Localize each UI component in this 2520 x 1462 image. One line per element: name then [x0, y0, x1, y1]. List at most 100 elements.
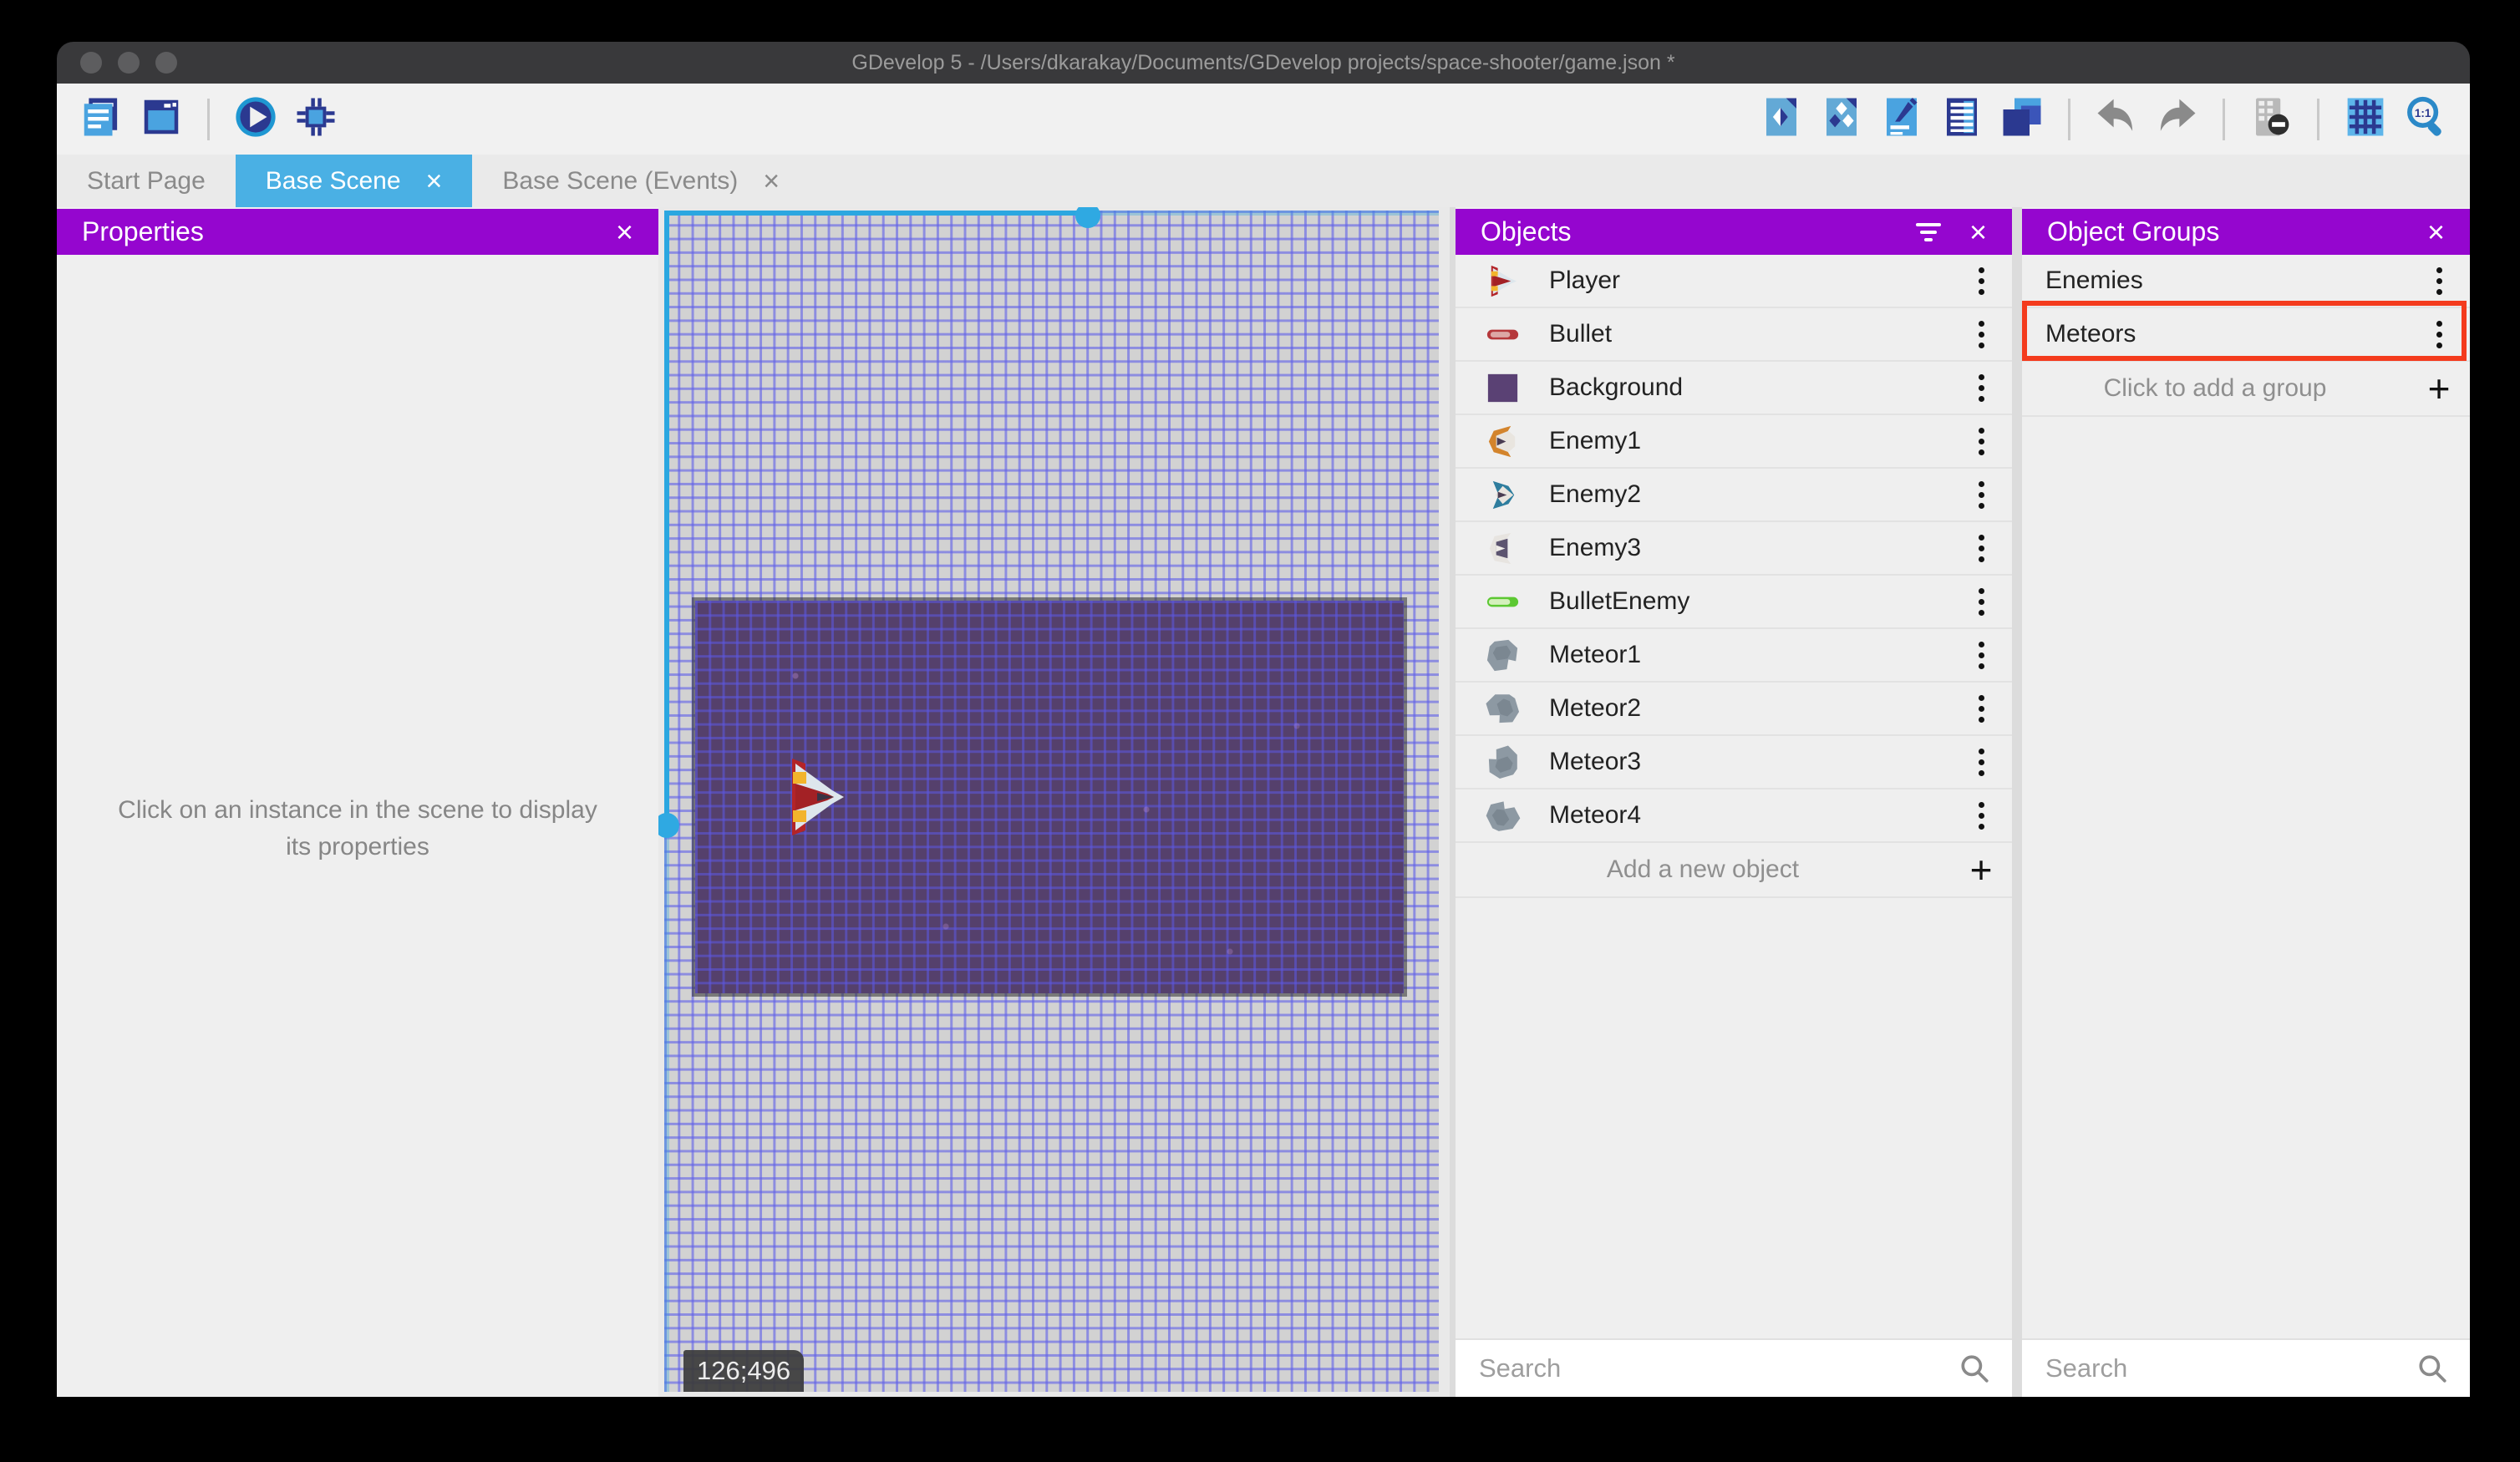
properties-page-icon [1879, 94, 1924, 144]
bullet-enemy-thumbnail-icon [1456, 582, 1549, 622]
search-icon [2419, 1355, 2446, 1383]
add-group-label: Click to add a group [2103, 374, 2327, 402]
tab-label: Base Scene (Events) [502, 166, 739, 195]
scene-grid[interactable] [658, 207, 1439, 1392]
background-thumbnail-icon [1456, 368, 1549, 408]
toolbar-separator [2317, 98, 2319, 140]
close-object-groups-icon[interactable]: × [2427, 216, 2445, 247]
play-icon [233, 94, 278, 144]
tab-base-scene[interactable]: Base Scene × [235, 155, 473, 207]
object-row-meteor4[interactable]: Meteor4 [1456, 789, 2012, 843]
row-menu-button[interactable] [1950, 534, 2012, 562]
instances-page-icon [1939, 94, 1984, 144]
row-menu-button[interactable] [1950, 748, 2012, 776]
open-instances-list-panel-button[interactable] [1936, 94, 1988, 145]
objects-search-input[interactable] [1477, 1353, 1959, 1384]
row-menu-button[interactable] [2408, 320, 2470, 348]
add-new-object-button[interactable]: Add a new object + [1456, 843, 2012, 898]
project-manager-icon [79, 94, 124, 144]
group-name: Enemies [2045, 267, 2143, 294]
meteor4-thumbnail-icon [1456, 796, 1549, 835]
selection-handle-left[interactable] [658, 813, 679, 838]
player-ship-instance[interactable] [782, 757, 849, 837]
object-row-enemy3[interactable]: Enemy3 [1456, 522, 2012, 576]
debug-icon [293, 94, 338, 144]
object-name: Bullet [1549, 320, 1613, 348]
groups-search-input[interactable] [2044, 1353, 2416, 1384]
tab-base-scene-events[interactable]: Base Scene (Events) × [472, 155, 810, 207]
objects-groups-divider[interactable] [2012, 207, 2022, 1397]
scene-editor-canvas[interactable]: 126;496 [658, 207, 1450, 1397]
toolbar-separator [2223, 98, 2225, 140]
redo-button[interactable] [2151, 94, 2202, 145]
row-menu-button[interactable] [1950, 373, 2012, 402]
group-row-enemies[interactable]: Enemies [2022, 255, 2470, 308]
row-menu-button[interactable] [1950, 320, 2012, 348]
close-tab-icon[interactable]: × [763, 167, 780, 195]
row-menu-button[interactable] [1950, 694, 2012, 723]
toggle-grid-button[interactable] [2340, 94, 2391, 145]
start-page-button[interactable] [135, 94, 187, 145]
toggle-instances-mask-button[interactable] [2245, 94, 2297, 145]
object-groups-panel: Object Groups × Enemies Meteors Click to a… [2022, 207, 2470, 1397]
selection-edge-top-faint [1095, 211, 1439, 216]
object-row-enemy1[interactable]: Enemy1 [1456, 415, 2012, 469]
open-layers-panel-button[interactable] [1996, 94, 2048, 145]
row-menu-button[interactable] [1950, 427, 2012, 455]
open-properties-panel-button[interactable] [1876, 94, 1928, 145]
object-row-background[interactable]: Background [1456, 362, 2012, 415]
objects-panel-header: Objects × [1456, 209, 2012, 255]
search-icon [1961, 1355, 1989, 1383]
object-row-enemy2[interactable]: Enemy2 [1456, 469, 2012, 522]
canvas-objects-divider[interactable] [1450, 207, 1456, 1397]
tab-label: Start Page [87, 166, 206, 195]
object-row-bulletenemy[interactable]: BulletEnemy [1456, 576, 2012, 629]
zoom-original-button[interactable]: 1:1 [2400, 94, 2451, 145]
project-manager-button[interactable] [75, 94, 127, 145]
properties-panel-title: Properties [82, 216, 204, 246]
cursor-coordinates-badge: 126;496 [683, 1350, 805, 1392]
add-new-object-label: Add a new object [1606, 855, 1800, 883]
redo-icon [2154, 94, 2199, 144]
object-row-meteor2[interactable]: Meteor2 [1456, 683, 2012, 736]
object-row-meteor3[interactable]: Meteor3 [1456, 736, 2012, 789]
open-objects-panel-button[interactable] [1755, 94, 1807, 145]
group-name: Meteors [2045, 320, 2136, 348]
tab-start-page[interactable]: Start Page [57, 155, 236, 207]
row-menu-button[interactable] [2408, 267, 2470, 295]
row-menu-button[interactable] [1950, 267, 2012, 295]
object-row-bullet[interactable]: Bullet [1456, 308, 2012, 362]
selection-handle-top[interactable] [1075, 207, 1100, 228]
window-title: GDevelop 5 - /Users/dkarakay/Documents/G… [851, 50, 1675, 74]
row-menu-button[interactable] [1950, 801, 2012, 830]
open-object-groups-panel-button[interactable] [1816, 94, 1867, 145]
close-properties-icon[interactable]: × [616, 216, 633, 247]
object-row-meteor1[interactable]: Meteor1 [1456, 629, 2012, 683]
filter-icon[interactable] [1915, 222, 1941, 241]
toolbar-separator [2068, 98, 2070, 140]
debug-button[interactable] [290, 94, 342, 145]
group-row-meteors[interactable]: Meteors [2022, 308, 2470, 362]
add-group-button[interactable]: Click to add a group + [2022, 362, 2470, 417]
scene-window-icon [139, 94, 184, 144]
play-button[interactable] [230, 94, 282, 145]
objects-panel: Objects × Player Bullet Background Enemy1 En… [1456, 207, 2012, 1397]
row-menu-button[interactable] [1950, 480, 2012, 509]
object-name: Meteor2 [1549, 694, 1642, 722]
object-name: Meteor1 [1549, 641, 1642, 668]
object-name: Background [1549, 373, 1684, 401]
close-tab-icon[interactable]: × [426, 167, 443, 195]
player-thumbnail-icon [1456, 261, 1549, 301]
main-toolbar: 1:1 [57, 84, 2470, 155]
row-menu-button[interactable] [1950, 587, 2012, 616]
plus-icon: + [1969, 848, 1993, 891]
undo-button[interactable] [2091, 94, 2142, 145]
close-objects-icon[interactable]: × [1969, 216, 1987, 247]
svg-text:1:1: 1:1 [2415, 107, 2431, 119]
object-name: Enemy1 [1549, 427, 1642, 454]
grid-icon [2343, 94, 2388, 144]
row-menu-button[interactable] [1950, 641, 2012, 669]
object-name: Meteor3 [1549, 748, 1642, 775]
objects-list: Player Bullet Background Enemy1 Enemy2 Enemy3… [1456, 255, 2012, 898]
object-row-player[interactable]: Player [1456, 255, 2012, 308]
